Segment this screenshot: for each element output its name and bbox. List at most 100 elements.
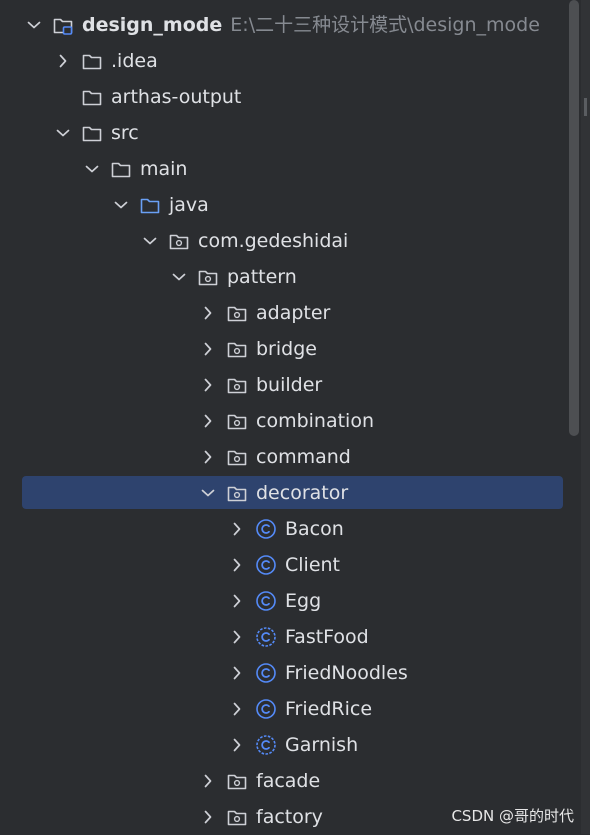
chevron-right-icon[interactable] [227,591,247,611]
chevron-right-icon[interactable] [198,411,218,431]
chevron-right-icon[interactable] [227,627,247,647]
chevron-right-icon[interactable] [198,375,218,395]
abstract-class-icon [256,627,276,647]
tree-node-friednoodles[interactable]: FriedNoodles [0,655,570,691]
tree-node-src[interactable]: src [0,115,570,151]
project-path: E:\二十三种设计模式\design_mode [230,14,540,36]
package-icon [198,270,218,286]
tree-node-design-mode[interactable]: design_mode E:\二十三种设计模式\design_mode [0,7,570,43]
chevron-right-icon[interactable] [227,699,247,719]
watermark: CSDN @哥的时代 [451,807,574,825]
folder-icon [82,54,102,70]
package-icon [227,414,247,430]
tree-node-label: Egg [285,589,321,613]
package-icon [227,450,247,466]
folder-icon [82,90,102,106]
node-name: FriedRice [285,698,373,720]
chevron-down-icon[interactable] [198,483,218,503]
vertical-scrollbar[interactable] [569,0,579,436]
node-name: FastFood [285,626,369,648]
node-name: builder [256,374,323,396]
tree-node-client[interactable]: Client [0,547,570,583]
chevron-right-icon[interactable] [227,735,247,755]
scroll-marker [584,98,587,116]
chevron-right-icon[interactable] [198,447,218,467]
chevron-right-icon[interactable] [227,663,247,683]
package-icon [227,342,247,358]
node-name: design_mode [82,14,223,36]
tree-node-label: Garnish [285,733,358,757]
class-icon [256,663,276,683]
chevron-down-icon[interactable] [24,15,44,35]
tree-node-label: FriedRice [285,697,372,721]
node-name: java [169,194,209,216]
tree-node-arthas-output[interactable]: arthas-output [0,79,570,115]
tree-node-java[interactable]: java [0,187,570,223]
tree-node-label: java [169,193,209,217]
tree-node-label: bridge [256,337,317,361]
node-name: arthas-output [111,86,242,108]
tree-node-bridge[interactable]: bridge [0,331,570,367]
tree-node-garnish[interactable]: Garnish [0,727,570,763]
tree-node-label: arthas-output [111,85,241,109]
chevron-down-icon[interactable] [111,195,131,215]
tree-node-command[interactable]: command [0,439,570,475]
tree-node-label: adapter [256,301,330,325]
node-name: .idea [111,50,158,72]
tree-node-friedrice[interactable]: FriedRice [0,691,570,727]
tree-node-label: Bacon [285,517,344,541]
node-name: Garnish [285,734,359,756]
chevron-right-icon[interactable] [53,51,73,71]
tree-node-label: command [256,445,351,469]
chevron-right-icon[interactable] [227,555,247,575]
tree-node-decorator[interactable]: decorator [0,475,570,511]
tree-node-label: FastFood [285,625,369,649]
node-name: FriedNoodles [285,662,408,684]
node-name: com.gedeshidai [198,230,349,252]
node-name: main [140,158,188,180]
folder-icon [111,162,131,178]
tree-node-label: factory [256,805,323,829]
tree-node-facade[interactable]: facade [0,763,570,799]
tree-node-label: combination [256,409,374,433]
tree-node-egg[interactable]: Egg [0,583,570,619]
chevron-down-icon[interactable] [53,123,73,143]
tree-node-main[interactable]: main [0,151,570,187]
chevron-right-icon[interactable] [198,771,218,791]
chevron-right-icon[interactable] [198,303,218,323]
node-name: factory [256,806,323,828]
tree-node-bacon[interactable]: Bacon [0,511,570,547]
node-name: adapter [256,302,331,324]
tree-node-idea[interactable]: .idea [0,43,570,79]
tree-node-label: .idea [111,49,158,73]
node-name: Egg [285,590,322,612]
class-icon [256,519,276,539]
chevron-down-icon[interactable] [169,267,189,287]
chevron-down-icon[interactable] [82,159,102,179]
tree-node-pattern[interactable]: pattern [0,259,570,295]
node-name: facade [256,770,321,792]
tree-node-label: builder [256,373,322,397]
tree-node-builder[interactable]: builder [0,367,570,403]
class-icon [256,699,276,719]
tree-node-fastfood[interactable]: FastFood [0,619,570,655]
package-icon [169,234,189,250]
chevron-right-icon[interactable] [227,519,247,539]
tree-node-label: main [140,157,187,181]
class-icon [256,591,276,611]
package-icon [227,378,247,394]
package-icon [227,810,247,826]
tree-node-label: decorator [256,481,348,505]
chevron-right-icon[interactable] [198,807,218,827]
source-folder-icon [140,198,160,214]
chevron-down-icon[interactable] [140,231,160,251]
node-name: Bacon [285,518,344,540]
tree-node-adapter[interactable]: adapter [0,295,570,331]
project-tree: design_mode E:\二十三种设计模式\design_mode .idea a… [0,0,570,834]
node-name: src [111,122,139,144]
tree-node-com-gedeshidai[interactable]: com.gedeshidai [0,223,570,259]
tree-node-combination[interactable]: combination [0,403,570,439]
tree-node-label: src [111,121,139,145]
package-icon [227,774,247,790]
chevron-right-icon[interactable] [198,339,218,359]
